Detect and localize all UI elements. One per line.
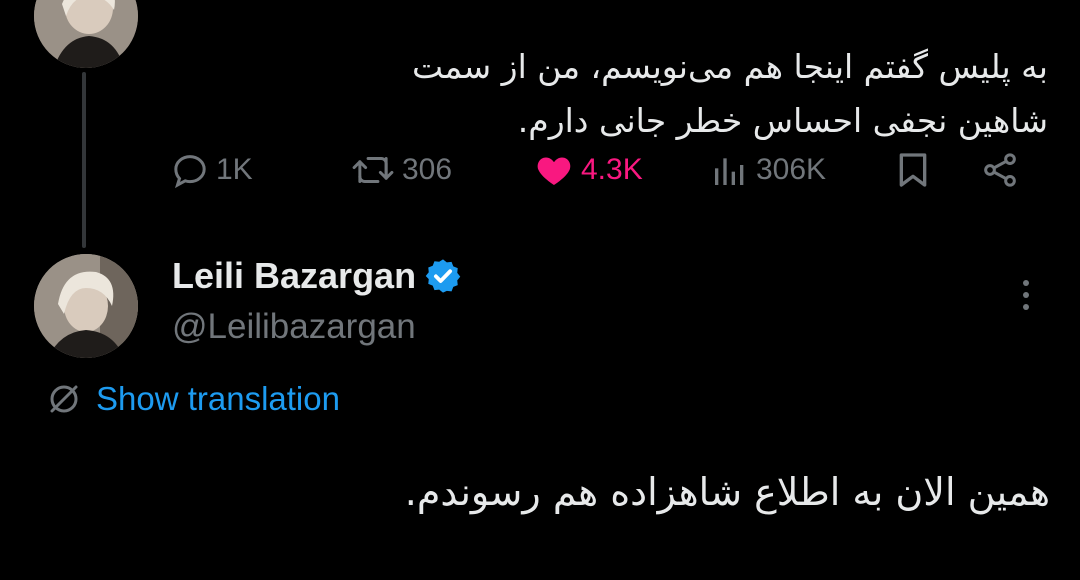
author-avatar[interactable] — [34, 254, 138, 358]
retweet-count: 306 — [402, 153, 453, 186]
views-button[interactable]: 306K — [710, 145, 826, 195]
reply-count: 1K — [216, 153, 253, 186]
more-options-button[interactable] — [1010, 278, 1042, 314]
share-button[interactable] — [980, 145, 1020, 195]
like-button[interactable]: 4.3K — [533, 145, 643, 195]
previous-author-avatar[interactable] — [34, 0, 138, 68]
translate-icon — [50, 385, 78, 413]
share-icon — [984, 153, 1016, 187]
like-count: 4.3K — [581, 153, 643, 186]
show-translation-button[interactable]: Show translation — [46, 380, 340, 418]
verified-badge-icon[interactable] — [424, 257, 462, 295]
previous-tweet-text: به پلیس گفتم اینجا هم می‌نویسم، من از سم… — [170, 0, 1048, 148]
views-icon — [715, 158, 744, 185]
previous-tweet-line-2: شاهین نجفی احساس خطر جانی دارم. — [517, 101, 1048, 140]
previous-tweet-line-1: به پلیس گفتم اینجا هم می‌نویسم، من از سم… — [412, 47, 1048, 86]
retweet-button[interactable]: 306 — [350, 145, 452, 195]
reply-icon — [174, 155, 206, 189]
avatar-portrait-icon — [34, 254, 138, 358]
author-handle[interactable]: @Leilibazargan — [172, 307, 416, 347]
heart-icon — [537, 157, 571, 185]
bookmark-button[interactable] — [893, 145, 933, 195]
author-name[interactable]: Leili Bazargan — [172, 255, 416, 297]
show-translation-label[interactable]: Show translation — [96, 380, 340, 418]
tweet-text: همین الان به اطلاع شاهزاده هم رسوندم. — [404, 470, 1050, 514]
reply-button[interactable]: 1K — [170, 145, 253, 195]
avatar-portrait-icon — [34, 0, 138, 68]
author-name-row[interactable]: Leili Bazargan — [172, 255, 462, 297]
more-options-icon — [1023, 280, 1029, 310]
bookmark-icon — [899, 153, 927, 187]
views-count: 306K — [756, 153, 827, 186]
retweet-icon — [352, 157, 394, 183]
thread-connector-line — [82, 72, 86, 248]
